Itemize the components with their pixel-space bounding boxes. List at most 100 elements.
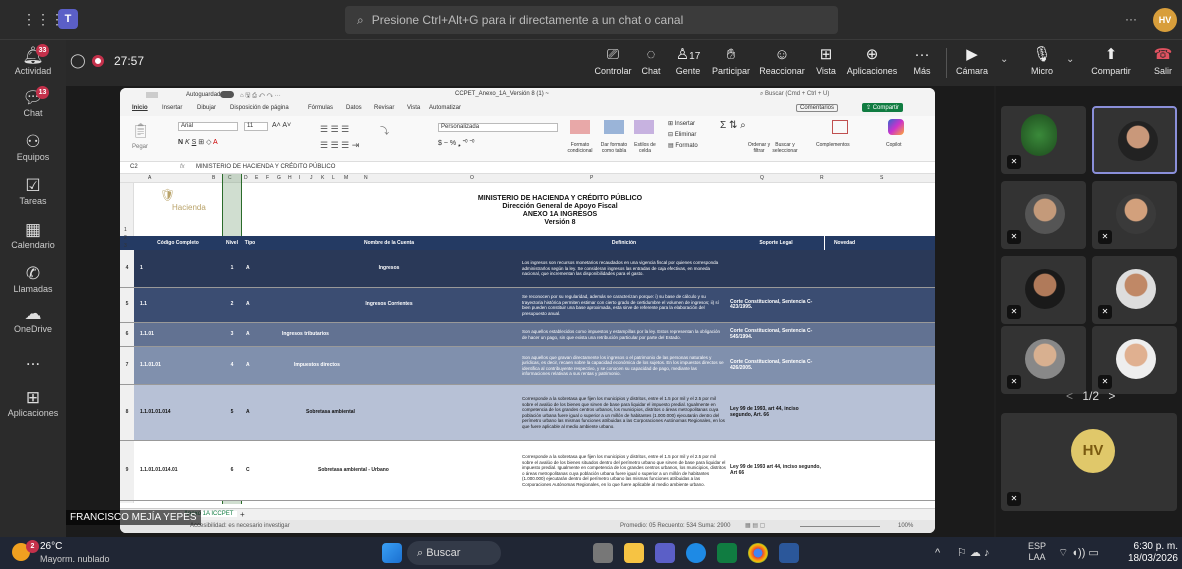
chrome-icon[interactable] — [748, 543, 768, 563]
participant-tile[interactable]: ✕ — [1092, 181, 1177, 249]
row-number[interactable]: 7 — [120, 347, 134, 384]
more-options-button[interactable]: ··· — [1125, 12, 1137, 26]
react-button[interactable]: ☺ Reaccionar — [756, 44, 808, 76]
cell-name[interactable]: Sobretasa ambiental — [258, 385, 520, 440]
windows-start-icon[interactable] — [382, 543, 402, 563]
rail-item-calendario[interactable]: ▦ Calendario — [0, 220, 66, 250]
table-row[interactable]: 4 1 1 A Ingresos Los ingresos son recursos mo… — [120, 250, 935, 288]
cell-tipo[interactable]: A — [244, 323, 258, 346]
cell-styles-icon[interactable] — [634, 120, 654, 134]
cell-nivel[interactable]: 4 — [222, 347, 242, 384]
column-letter[interactable]: K — [321, 175, 324, 181]
row-number[interactable]: 6 — [120, 323, 134, 346]
rail-item-equipos[interactable]: ⚇ Equipos — [0, 132, 66, 162]
row-number[interactable]: 8 — [120, 385, 134, 440]
rail-item-actividad[interactable]: 🔔︎ Actividad 33 — [0, 44, 66, 76]
network-volume-battery-icons[interactable]: ⌔ ◖)) ▭ — [1058, 537, 1099, 569]
format-cells-button[interactable]: ▤ Formato — [668, 142, 698, 149]
participant-tile[interactable]: ✕ — [1001, 106, 1086, 174]
rail-item-llamadas[interactable]: ✆ Llamadas — [0, 264, 66, 294]
task-view-icon[interactable] — [593, 543, 613, 563]
bold-italic-underline-icons[interactable]: N K S ⊞ ◇ A — [178, 138, 218, 146]
currency-percent-icons[interactable]: $ ~ % ❟ ⁺⁰ ⁻⁰ — [438, 140, 474, 148]
wrap-text-icon[interactable]: ⤵ — [380, 124, 389, 137]
chat-button[interactable]: ◌ Chat — [636, 44, 666, 76]
raise-hand-button[interactable]: ✋︎ Participar — [709, 44, 753, 76]
tab-formulas[interactable]: Fórmulas — [308, 105, 333, 111]
view-mode-icons[interactable]: ▦ ▤ ▢ — [745, 522, 765, 529]
cell-tipo[interactable]: A — [244, 347, 258, 384]
number-format-select[interactable]: Personalizada — [438, 123, 558, 132]
cell-nivel[interactable]: 2 — [222, 288, 242, 322]
column-letter[interactable]: R — [820, 175, 824, 181]
cell-name[interactable]: Sobretasa ambiental - Urbano — [258, 441, 520, 500]
column-letter[interactable]: B — [212, 175, 215, 181]
quick-access-icons[interactable]: ⌂ 🖫︎ ⎙ ↶ ↷ ··· — [240, 91, 281, 101]
column-letter[interactable]: G — [277, 175, 281, 181]
cell-definition[interactable]: Son aquellos establecidos como impuestos… — [520, 323, 728, 346]
cell-definition[interactable]: Los ingresos son recursos monetarios rec… — [520, 250, 728, 287]
cell-nivel[interactable]: 5 — [222, 385, 242, 440]
camera-button[interactable]: ▶ Cámara — [954, 44, 990, 76]
tray-icons[interactable]: ⚐ ☁ ♪ — [957, 537, 989, 569]
apps-button[interactable]: ⊕ Aplicaciones — [844, 44, 900, 76]
participant-tile[interactable]: ✕ — [1092, 326, 1177, 394]
column-letter[interactable]: E — [255, 175, 258, 181]
column-letter[interactable]: N — [364, 175, 368, 181]
cell-legal[interactable]: Corte Constitucional, Sentencia C-545/19… — [728, 323, 824, 346]
name-box[interactable]: C2 — [130, 164, 138, 170]
taskbar-search[interactable]: ⌕ Buscar — [407, 541, 501, 565]
rail-item-chat[interactable]: 💬︎ Chat 13 — [0, 86, 66, 118]
tab-automatizar[interactable]: Automatizar — [429, 105, 461, 111]
tab-revisar[interactable]: Revisar — [374, 105, 394, 111]
participant-tile[interactable]: ✕ — [1092, 256, 1177, 324]
cell-tipo[interactable]: C — [244, 441, 258, 500]
search-bar[interactable]: ⌕ Presione Ctrl+Alt+G para ir directament… — [345, 6, 838, 34]
cell-tipo[interactable]: A — [244, 385, 258, 440]
cell-code[interactable]: 1.1 — [138, 288, 222, 322]
paste-icon[interactable]: 📋︎ — [132, 122, 150, 139]
rail-item-onedrive[interactable]: ☁ OneDrive — [0, 304, 66, 334]
excel-taskbar-icon[interactable] — [717, 543, 737, 563]
column-letter[interactable]: Q — [760, 175, 764, 181]
column-letter[interactable]: O — [470, 175, 474, 181]
column-letter[interactable]: P — [590, 175, 593, 181]
cell-legal[interactable]: Ley 99 de 1993 art 44, inciso segundo, A… — [728, 441, 824, 500]
table-row[interactable]: 6 1.1.01 3 A Ingresos tributarios Son aquello… — [120, 323, 935, 347]
rail-item-tareas[interactable]: ☑ Tareas — [0, 176, 66, 206]
font-size-select[interactable]: 11 — [244, 122, 268, 131]
row-number[interactable]: 5 — [120, 288, 134, 322]
mic-options-chevron-icon[interactable]: ⌄ — [1066, 54, 1074, 65]
copilot-icon[interactable] — [888, 119, 904, 135]
rail-item-aplicaciones[interactable]: ⊞ Aplicaciones — [0, 388, 66, 418]
tray-chevron-icon[interactable]: ^ — [935, 537, 940, 569]
tab-vista[interactable]: Vista — [407, 105, 420, 111]
controlar-button[interactable]: ⎚ Controlar — [591, 44, 635, 76]
addins-icon[interactable] — [832, 120, 848, 134]
formula-input[interactable]: MINISTERIO DE HACIENDA Y CRÉDITO PÚBLICO — [196, 164, 335, 170]
font-name-select[interactable]: Arial — [178, 122, 238, 131]
row-number[interactable]: 9 — [120, 441, 134, 500]
tab-dibujar[interactable]: Dibujar — [197, 105, 216, 111]
gallery-prev-button[interactable]: < — [1066, 389, 1073, 403]
cell-code[interactable]: 1 — [138, 250, 222, 287]
edge-icon[interactable] — [686, 543, 706, 563]
delete-cells-button[interactable]: ⊟ Eliminar — [668, 131, 696, 138]
people-button[interactable]: ♙17 Gente — [670, 44, 706, 76]
column-letter[interactable]: H — [288, 175, 292, 181]
cell-nivel[interactable]: 3 — [222, 323, 242, 346]
column-letter[interactable]: L — [332, 175, 335, 181]
table-row[interactable]: 5 1.1 2 A Ingresos Corrientes Se reconocen po… — [120, 288, 935, 323]
cell-nivel[interactable]: 1 — [222, 250, 242, 287]
table-row[interactable]: 7 1.1.01.01 4 A Impuestos directos Son aquell… — [120, 347, 935, 385]
cell-code[interactable]: 1.1.01.01 — [138, 347, 222, 384]
participant-tile[interactable]: ✕ — [1001, 181, 1086, 249]
row-number[interactable]: 1 — [124, 227, 127, 233]
cell-tipo[interactable]: A — [244, 250, 258, 287]
column-letter[interactable]: M — [344, 175, 348, 181]
column-letter[interactable]: F — [266, 175, 269, 181]
conditional-format-icon[interactable] — [570, 120, 590, 134]
tab-disposicion[interactable]: Disposición de página — [230, 105, 289, 111]
view-button[interactable]: ⊞ Vista — [812, 44, 840, 76]
column-letter[interactable]: S — [880, 175, 883, 181]
